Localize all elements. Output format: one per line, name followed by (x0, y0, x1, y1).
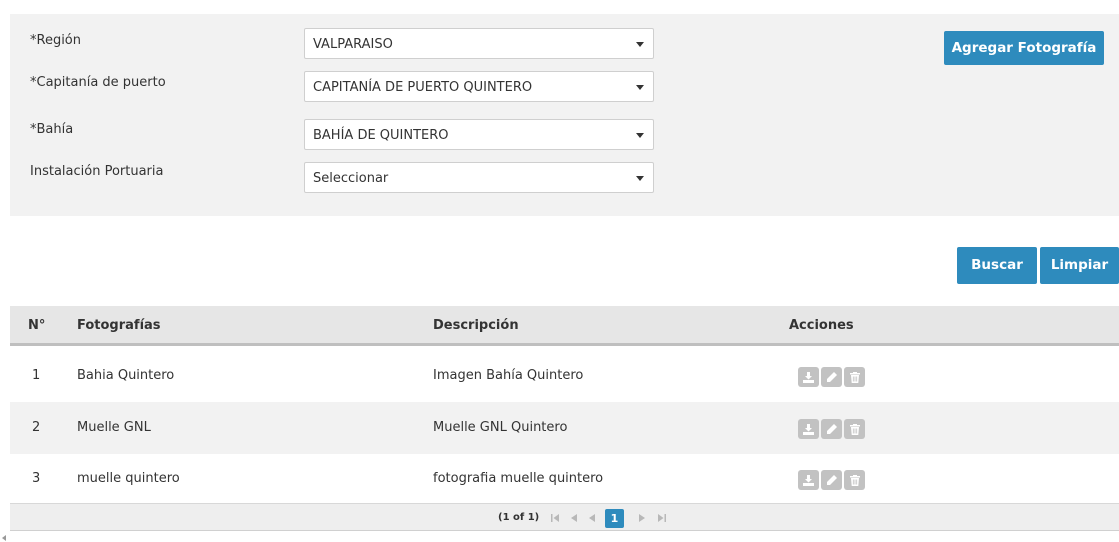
scroll-left-icon[interactable] (2, 535, 6, 541)
chevron-down-icon (636, 176, 644, 181)
instalacion-select-value: Seleccionar (313, 171, 389, 186)
edit-icon (827, 474, 837, 485)
region-select-value: VALPARAISO (313, 37, 393, 52)
row-number: 1 (32, 368, 41, 383)
page-count: (1 of 1) (498, 512, 540, 523)
download-icon (803, 423, 814, 435)
bahia-select[interactable]: BAHÍA DE QUINTERO (304, 119, 654, 150)
previous-page-icon-2[interactable] (584, 510, 600, 526)
next-page-icon[interactable] (634, 510, 650, 526)
delete-icon (849, 474, 860, 486)
page-number-button[interactable]: 1 (605, 509, 624, 528)
table-header: N° Fotografías Descripción Acciones (10, 306, 1119, 346)
region-select[interactable]: VALPARAISO (304, 28, 654, 59)
row-number: 2 (32, 420, 41, 435)
capitania-label: *Capitanía de puerto (30, 75, 166, 90)
row-photo-name: muelle quintero (77, 471, 180, 486)
download-icon (803, 474, 814, 486)
delete-button[interactable] (844, 470, 865, 490)
edit-button[interactable] (821, 367, 842, 387)
chevron-down-icon (636, 42, 644, 47)
row-actions (798, 419, 865, 439)
header-description: Descripción (433, 318, 519, 333)
row-description: Muelle GNL Quintero (433, 420, 568, 435)
delete-icon (849, 371, 860, 383)
bahia-select-value: BAHÍA DE QUINTERO (313, 128, 449, 143)
row-photo-name: Bahia Quintero (77, 368, 175, 383)
chevron-down-icon (636, 133, 644, 138)
edit-icon (827, 423, 837, 434)
add-photo-button[interactable]: Agregar Fotografía (944, 31, 1104, 65)
header-number: N° (28, 318, 46, 333)
last-page-icon[interactable] (654, 510, 670, 526)
clear-button[interactable]: Limpiar (1040, 247, 1119, 284)
download-button[interactable] (798, 367, 819, 387)
download-button[interactable] (798, 419, 819, 439)
previous-page-icon[interactable] (566, 510, 582, 526)
paginator: (1 of 1) 1 (10, 503, 1119, 531)
row-actions (798, 367, 865, 387)
row-number: 3 (32, 471, 41, 486)
delete-button[interactable] (844, 367, 865, 387)
header-actions: Acciones (789, 318, 854, 333)
search-button[interactable]: Buscar (957, 247, 1037, 284)
capitania-select-value: CAPITANÍA DE PUERTO QUINTERO (313, 80, 533, 95)
row-actions (798, 470, 865, 490)
row-photo-name: Muelle GNL (77, 420, 151, 435)
header-photos: Fotografías (77, 318, 161, 333)
row-description: fotografia muelle quintero (433, 471, 604, 486)
first-page-icon[interactable] (547, 510, 563, 526)
table-row: 1 Bahia Quintero Imagen Bahía Quintero (10, 350, 1119, 402)
bahia-label: *Bahía (30, 122, 74, 137)
region-label: *Región (30, 33, 82, 48)
table-row: 2 Muelle GNL Muelle GNL Quintero (10, 402, 1119, 454)
table-row: 3 muelle quintero fotografia muelle quin… (10, 453, 1119, 505)
capitania-select[interactable]: CAPITANÍA DE PUERTO QUINTERO (304, 71, 654, 102)
chevron-down-icon (636, 85, 644, 90)
instalacion-select[interactable]: Seleccionar (304, 162, 654, 193)
edit-button[interactable] (821, 419, 842, 439)
delete-icon (849, 423, 860, 435)
instalacion-label: Instalación Portuaria (30, 164, 164, 179)
edit-icon (827, 371, 837, 382)
download-icon (803, 371, 814, 383)
download-button[interactable] (798, 470, 819, 490)
edit-button[interactable] (821, 470, 842, 490)
row-description: Imagen Bahía Quintero (433, 368, 584, 383)
delete-button[interactable] (844, 419, 865, 439)
